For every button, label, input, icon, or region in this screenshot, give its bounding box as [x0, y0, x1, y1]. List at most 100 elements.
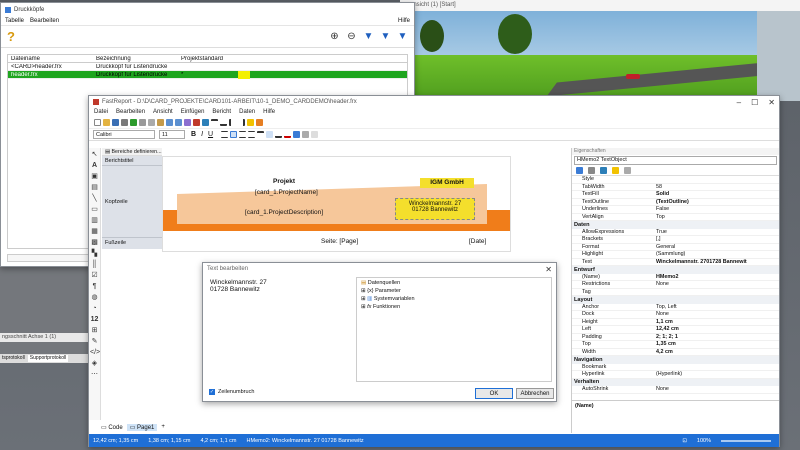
maximize-icon[interactable]: ☐	[751, 98, 758, 107]
categorized-icon[interactable]	[576, 167, 583, 174]
menu-hilfe[interactable]: Hilfe	[263, 109, 275, 116]
border-left-icon[interactable]	[229, 119, 236, 126]
angle-icon[interactable]	[302, 131, 310, 138]
property-value[interactable]: HMemo2	[654, 274, 779, 280]
report-project-name[interactable]: [card_1.ProjectName]	[255, 189, 318, 196]
cut-icon[interactable]	[139, 119, 146, 126]
property-value[interactable]: (Sammlung)	[654, 251, 779, 257]
align-right-icon[interactable]	[239, 131, 247, 138]
menu-bearbeiten[interactable]: Bearbeiten	[116, 109, 145, 116]
report-projekt-label[interactable]: Projekt	[273, 178, 295, 185]
property-row[interactable]: Tag	[572, 289, 779, 296]
bg-tab-support[interactable]: Supportprotokoll	[27, 355, 69, 362]
menu-datei[interactable]: Datei	[94, 109, 108, 116]
pages-icon[interactable]	[624, 167, 631, 174]
valign-middle-icon[interactable]	[266, 131, 274, 138]
shape-icon[interactable]: ▭	[90, 205, 99, 214]
ok-button[interactable]: OK	[475, 388, 513, 399]
more-objects-icon[interactable]: ⋯	[90, 370, 99, 379]
redo-icon[interactable]	[175, 119, 182, 126]
menu-bericht[interactable]: Bericht	[212, 109, 231, 116]
close-icon[interactable]: ✕	[768, 98, 775, 107]
table-icon[interactable]: ▦	[90, 227, 99, 236]
property-value[interactable]: 1,35 cm	[654, 341, 779, 347]
undo-icon[interactable]	[166, 119, 173, 126]
subreport-icon[interactable]: ▥	[90, 216, 99, 225]
font-size-select[interactable]: 11	[159, 130, 185, 139]
valign-bottom-icon[interactable]	[275, 131, 283, 138]
preview-icon[interactable]	[121, 119, 128, 126]
tree-item-systemvariablen[interactable]: ⊞ ▥ Systemvariablen	[361, 296, 547, 304]
property-value[interactable]: True	[654, 229, 779, 235]
text-color-icon[interactable]	[284, 131, 292, 138]
tree-item-funktionen[interactable]: ⊞ fx Funktionen	[361, 304, 547, 312]
justify-icon[interactable]	[248, 131, 256, 138]
property-value[interactable]: Top, Left	[654, 304, 779, 310]
pointer-icon[interactable]: ↖	[90, 150, 99, 159]
property-value[interactable]: Solid	[654, 191, 779, 197]
zoom-out-icon[interactable]: ⊖	[346, 31, 357, 42]
band-berichtstitel[interactable]: Berichtstitel	[102, 156, 162, 166]
col-bezeichnung[interactable]: Bezeichnung	[93, 56, 178, 62]
menu-hilfe[interactable]: Hilfe	[398, 18, 410, 24]
property-row[interactable]: VertAlign Top	[572, 214, 779, 221]
zipcode-icon[interactable]: 12	[90, 315, 99, 324]
property-row[interactable]: Brackets [,]	[572, 236, 779, 244]
filter-add-icon[interactable]: ▼	[380, 31, 391, 42]
property-row[interactable]: AllowExpressions True	[572, 229, 779, 236]
property-value[interactable]: None	[654, 281, 779, 287]
zoom-slider[interactable]	[721, 439, 771, 442]
properties-icon[interactable]	[600, 167, 607, 174]
property-row[interactable]: Bookmark	[572, 364, 779, 371]
barcode-icon[interactable]: ║	[90, 260, 99, 269]
property-row[interactable]: (Name) HMemo2	[572, 274, 779, 281]
property-value[interactable]: 1,1 cm	[654, 319, 779, 325]
underline-icon[interactable]: U	[208, 131, 213, 138]
border-right-icon[interactable]	[238, 119, 245, 126]
line-icon[interactable]: ╲	[90, 194, 99, 203]
valign-top-icon[interactable]	[257, 131, 265, 138]
object-selector[interactable]: HMemo2 TextObject	[574, 156, 777, 165]
table-row[interactable]: <CARD>header.frx Druckkopf für Listendru…	[8, 63, 407, 71]
chart-icon[interactable]: ▚	[90, 249, 99, 258]
report-project-desc[interactable]: [card_1.ProjectDescription]	[245, 209, 323, 216]
run-icon[interactable]	[130, 119, 137, 126]
bg-tab-protokoll[interactable]: tsprotokoll	[2, 355, 25, 362]
property-row[interactable]: Restrictions None	[572, 281, 779, 289]
cellular-text-icon[interactable]: ⊞	[90, 326, 99, 335]
property-row[interactable]: Hyperlink (Hyperlink)	[572, 371, 779, 379]
svg-icon[interactable]: ◈	[90, 359, 99, 368]
richtext-icon[interactable]: ¶	[90, 282, 99, 291]
highlight-icon[interactable]	[293, 131, 301, 138]
col-dateiname[interactable]: Dateiname	[8, 56, 93, 62]
property-value[interactable]: [,]	[654, 236, 779, 242]
close-icon[interactable]: ✕	[545, 265, 552, 274]
style-icon[interactable]	[311, 131, 319, 138]
tab-code[interactable]: ▭ Code	[101, 424, 123, 431]
matrix-icon[interactable]: ▩	[90, 238, 99, 247]
zoom-icon[interactable]: ⊡	[682, 438, 687, 444]
minimize-icon[interactable]: –	[737, 98, 741, 107]
picture-icon[interactable]: ▣	[90, 172, 99, 181]
filter-icon[interactable]: ▼	[363, 31, 374, 42]
save-icon[interactable]	[112, 119, 119, 126]
open-icon[interactable]	[103, 119, 110, 126]
html-icon[interactable]: </>	[90, 348, 100, 357]
menu-ansicht[interactable]: Ansicht	[153, 109, 173, 116]
property-value[interactable]: Top	[654, 214, 779, 220]
border-top-icon[interactable]	[211, 119, 218, 126]
band-fusszeile[interactable]: Fußzeile	[102, 238, 162, 249]
property-row[interactable]: Dock None	[572, 311, 779, 319]
report-page-label[interactable]: Seite: [Page]	[321, 238, 358, 245]
map-icon[interactable]: ◍	[90, 293, 99, 302]
property-row[interactable]: Left 12,42 cm	[572, 326, 779, 334]
property-category[interactable]: Entwurf	[572, 266, 779, 274]
property-value[interactable]: Winckelmannstr. 2701728 Bannewit	[654, 259, 779, 265]
property-category[interactable]: Layout	[572, 296, 779, 304]
property-row[interactable]: AutoShrink None	[572, 386, 779, 394]
property-category[interactable]: Navigation	[572, 356, 779, 364]
property-row[interactable]: Height 1,1 cm	[572, 319, 779, 326]
report-company[interactable]: IGM GmbH	[420, 178, 474, 188]
band-kopfzeile[interactable]: Kopfzeile	[102, 166, 162, 238]
property-row[interactable]: TextFill Solid	[572, 191, 779, 199]
